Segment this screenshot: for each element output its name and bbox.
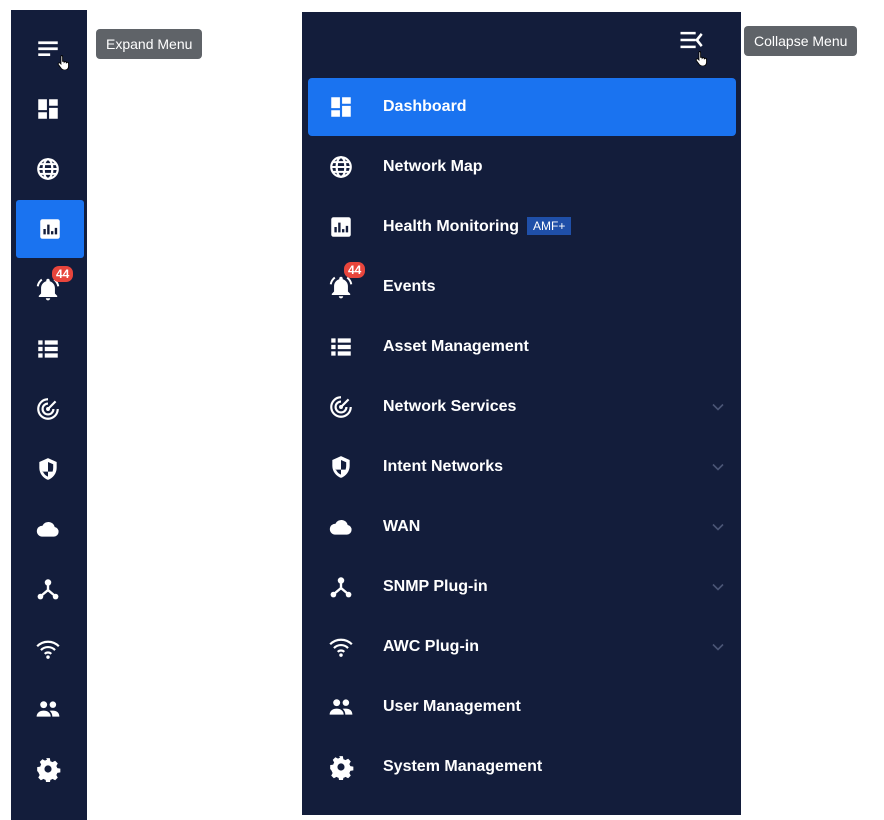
events-badge: 44 xyxy=(52,266,74,282)
network-services-icon xyxy=(35,396,61,422)
nav-label: System Management xyxy=(383,758,543,775)
rail-item-network-map[interactable] xyxy=(14,140,82,198)
asset-management-icon xyxy=(328,334,354,360)
chevron-down-icon[interactable] xyxy=(710,400,726,414)
user-management-icon xyxy=(35,696,61,722)
rail-item-awc-plugin[interactable] xyxy=(14,620,82,678)
nav-item-intent-networks[interactable]: Intent Networks xyxy=(308,438,736,496)
nav-label: Network Map xyxy=(383,158,483,175)
nav-item-health-monitoring[interactable]: Health Monitoring AMF+ xyxy=(308,198,736,256)
nav-item-awc-plugin[interactable]: AWC Plug-in xyxy=(308,618,736,676)
nav-item-dashboard[interactable]: Dashboard xyxy=(308,78,736,136)
nav-item-network-map[interactable]: Network Map xyxy=(308,138,736,196)
rail-item-network-services[interactable] xyxy=(14,380,82,438)
nav-item-network-services[interactable]: Network Services xyxy=(308,378,736,436)
nav-item-system-management[interactable]: System Management xyxy=(308,738,736,796)
nav-label: Network Services xyxy=(383,398,517,415)
rail-item-snmp-plugin[interactable] xyxy=(14,560,82,618)
expand-menu-button[interactable] xyxy=(14,20,82,78)
rail-item-events[interactable]: 44 xyxy=(14,260,82,318)
pointer-cursor-icon xyxy=(695,50,709,66)
nav-item-user-management[interactable]: User Management xyxy=(308,678,736,736)
nav-label: Health Monitoring xyxy=(383,218,519,235)
nav-label: Dashboard xyxy=(383,98,467,115)
events-badge: 44 xyxy=(344,262,366,278)
awc-wifi-icon xyxy=(35,636,61,662)
asset-management-icon xyxy=(35,336,61,362)
network-services-icon xyxy=(328,394,354,420)
chevron-down-icon[interactable] xyxy=(710,520,726,534)
user-management-icon xyxy=(328,694,354,720)
nav-label: WAN xyxy=(383,518,421,535)
system-management-gear-icon xyxy=(35,756,61,782)
rail-item-health-monitoring[interactable] xyxy=(16,200,84,258)
chevron-down-icon[interactable] xyxy=(710,640,726,654)
rail-item-wan[interactable] xyxy=(14,500,82,558)
expand-menu-tooltip: Expand Menu xyxy=(96,29,203,59)
chevron-down-icon[interactable] xyxy=(710,460,726,474)
nav-item-asset-management[interactable]: Asset Management xyxy=(308,318,736,376)
nav-label: Events xyxy=(383,278,436,295)
network-map-icon xyxy=(328,154,354,180)
nav-label: User Management xyxy=(383,698,521,715)
rail-item-intent-networks[interactable] xyxy=(14,440,82,498)
pointer-cursor-icon xyxy=(57,54,71,70)
amf-plus-tag: AMF+ xyxy=(526,216,572,235)
nav-label: AWC Plug-in xyxy=(383,638,479,655)
nav-label: Asset Management xyxy=(383,338,529,355)
collapsed-sidebar: 44 xyxy=(11,10,87,820)
wan-cloud-icon xyxy=(35,516,61,542)
snmp-plugin-icon xyxy=(35,576,61,602)
nav-label: Intent Networks xyxy=(383,458,504,475)
snmp-plugin-icon xyxy=(328,574,354,600)
collapse-menu-button[interactable] xyxy=(677,26,707,56)
nav-item-events[interactable]: 44 Events xyxy=(308,258,736,316)
intent-networks-icon xyxy=(328,454,354,480)
nav-label: SNMP Plug-in xyxy=(383,578,488,595)
awc-wifi-icon xyxy=(328,634,354,660)
wan-cloud-icon xyxy=(328,514,354,540)
rail-item-asset-management[interactable] xyxy=(14,320,82,378)
dashboard-icon xyxy=(328,94,354,120)
rail-item-dashboard[interactable] xyxy=(14,80,82,138)
rail-item-system-management[interactable] xyxy=(14,740,82,798)
health-monitoring-icon xyxy=(328,214,354,240)
rail-item-user-management[interactable] xyxy=(14,680,82,738)
health-monitoring-icon xyxy=(37,216,63,242)
intent-networks-icon xyxy=(35,456,61,482)
system-management-gear-icon xyxy=(328,754,354,780)
expanded-sidebar: Dashboard Network Map Health Monitoring A… xyxy=(302,12,741,815)
dashboard-icon xyxy=(35,96,61,122)
nav-label-wrap: Health Monitoring AMF+ xyxy=(383,198,572,256)
nav-item-snmp-plugin[interactable]: SNMP Plug-in xyxy=(308,558,736,616)
chevron-down-icon[interactable] xyxy=(710,580,726,594)
network-map-icon xyxy=(35,156,61,182)
collapse-menu-tooltip: Collapse Menu xyxy=(744,26,858,56)
nav-item-wan[interactable]: WAN xyxy=(308,498,736,556)
